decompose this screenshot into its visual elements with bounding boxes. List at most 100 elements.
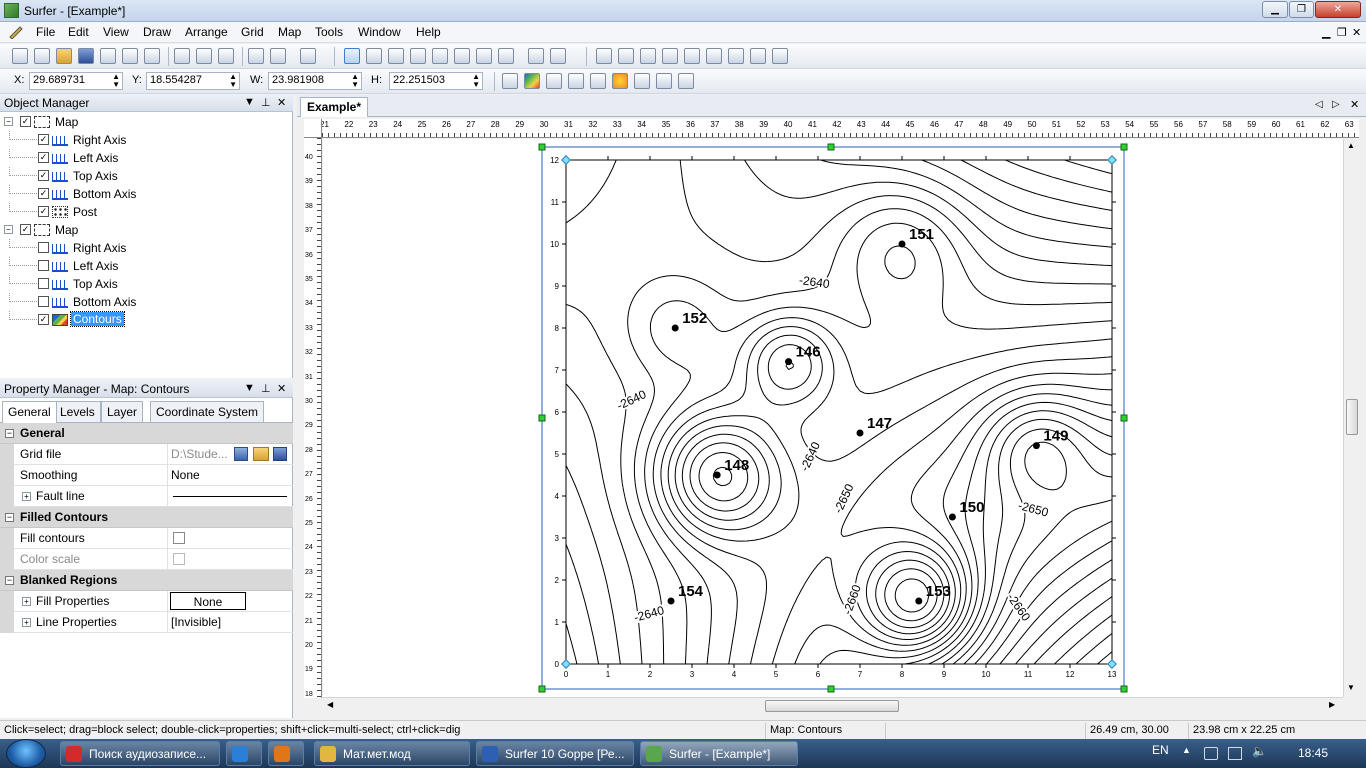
axis-handle[interactable] — [561, 155, 571, 165]
undo-icon[interactable] — [248, 48, 264, 64]
visibility-checkbox[interactable] — [38, 278, 49, 289]
resize-handle[interactable] — [1120, 143, 1128, 151]
rectangle-icon[interactable] — [684, 48, 700, 64]
tree-item[interactable]: ✓ Contours — [0, 311, 293, 329]
symbol-icon[interactable] — [662, 48, 678, 64]
visibility-checkbox[interactable]: ✓ — [20, 224, 31, 235]
taskbar-button[interactable]: Surfer - [Example*] — [640, 741, 798, 766]
visibility-checkbox[interactable] — [38, 242, 49, 253]
resize-handle[interactable] — [538, 685, 546, 693]
mdi-restore-button[interactable]: ❐ — [1337, 26, 1347, 39]
resize-handle[interactable] — [827, 143, 835, 151]
y-field[interactable]: 18.554287 ▲ ▼ — [146, 72, 240, 90]
scroll-up-icon[interactable]: ▲ — [1347, 141, 1355, 150]
prop-color-scale[interactable]: Color scale — [0, 549, 293, 570]
clock[interactable]: 18:45 — [1298, 746, 1328, 760]
menu-arrange[interactable]: Arrange — [185, 25, 228, 39]
panel-dropdown-icon[interactable]: ▼ — [244, 96, 255, 108]
prop-line-properties[interactable]: + Line Properties [Invisible] — [0, 612, 293, 633]
language-indicator[interactable]: EN — [1152, 743, 1169, 757]
rotate-icon[interactable] — [550, 48, 566, 64]
polygon-icon[interactable] — [618, 48, 634, 64]
h-field[interactable]: 22.251503 ▲ ▼ — [389, 72, 483, 90]
x-spinner-icon[interactable]: ▲ ▼ — [112, 73, 120, 89]
tree-item[interactable]: − ✓ Map — [0, 113, 293, 131]
mdi-minimize-button[interactable]: ▁ — [1322, 26, 1330, 39]
redo-icon[interactable] — [270, 48, 286, 64]
section-blanked-regions[interactable]: − Blanked Regions — [0, 570, 293, 591]
new-wireframe-icon[interactable] — [656, 73, 672, 89]
trackball-icon[interactable] — [528, 48, 544, 64]
minimize-button[interactable]: ▁ — [1262, 1, 1288, 18]
copy-icon[interactable] — [196, 48, 212, 64]
resize-handle[interactable] — [538, 143, 546, 151]
prop-fault-line[interactable]: + Fault line — [0, 486, 293, 507]
prop-fill-properties[interactable]: + Fill Properties None — [0, 591, 293, 612]
vertical-scroll-thumb[interactable] — [1346, 399, 1358, 435]
prop-smoothing[interactable]: Smoothing None — [0, 465, 293, 486]
print-icon[interactable] — [100, 48, 116, 64]
pan-icon[interactable] — [498, 48, 514, 64]
paste-icon[interactable] — [218, 48, 234, 64]
axis-handle[interactable] — [561, 659, 571, 669]
tray-expand-icon[interactable]: ▲ — [1182, 745, 1191, 755]
save-grid-icon[interactable] — [273, 447, 287, 461]
collapse-icon[interactable]: − — [5, 513, 14, 522]
menu-draw[interactable]: Draw — [143, 25, 171, 39]
new-shaded-relief-icon[interactable] — [612, 73, 628, 89]
polyline-icon[interactable] — [640, 48, 656, 64]
resize-handle[interactable] — [538, 414, 546, 422]
menu-view[interactable]: View — [103, 25, 129, 39]
w-spinner-icon[interactable]: ▲ ▼ — [351, 73, 359, 89]
menu-map[interactable]: Map — [278, 25, 301, 39]
section-filled-contours[interactable]: − Filled Contours — [0, 507, 293, 528]
vertical-ruler[interactable]: 40 39 38 37 36 35 34 33 32 31 30 29 28 27 26 25 24 23 22 21… — [304, 138, 322, 698]
open-folder-icon[interactable] — [253, 447, 269, 461]
new-image-map-icon[interactable] — [590, 73, 606, 89]
start-button-icon[interactable] — [6, 739, 46, 768]
network-icon[interactable] — [1228, 747, 1242, 760]
panel-dropdown-icon[interactable]: ▼ — [244, 382, 255, 394]
open-icon[interactable] — [56, 48, 72, 64]
horizontal-scroll-thumb[interactable] — [765, 700, 899, 712]
tree-item[interactable]: Left Axis — [0, 257, 293, 275]
tab-example[interactable]: Example* — [300, 97, 369, 117]
visibility-checkbox[interactable]: ✓ — [38, 188, 49, 199]
collapse-icon[interactable]: − — [5, 576, 14, 585]
scroll-right-icon[interactable]: ▶ — [1329, 700, 1335, 709]
tree-item[interactable]: ✓ Bottom Axis — [0, 185, 293, 203]
rounded-rectangle-icon[interactable] — [706, 48, 722, 64]
tree-item[interactable]: ✓ Top Axis — [0, 167, 293, 185]
tab-close-icon[interactable]: ✕ — [1350, 98, 1359, 111]
zoom-page-icon[interactable] — [476, 48, 492, 64]
menu-edit[interactable]: Edit — [68, 25, 89, 39]
tab-coordinate-system[interactable]: Coordinate System — [150, 401, 265, 422]
mdi-close-button[interactable]: ✕ — [1352, 26, 1361, 39]
visibility-checkbox[interactable]: ✓ — [20, 116, 31, 127]
h-spinner-icon[interactable]: ▲ ▼ — [472, 73, 480, 89]
export-icon[interactable] — [122, 48, 138, 64]
menu-window[interactable]: Window — [358, 25, 401, 39]
ellipse-icon[interactable] — [728, 48, 744, 64]
new-surface-icon[interactable] — [678, 73, 694, 89]
taskbar-button[interactable] — [268, 741, 304, 766]
collapse-icon[interactable]: − — [5, 429, 14, 438]
cut-icon[interactable] — [174, 48, 190, 64]
panel-close-icon[interactable]: ✕ — [277, 382, 286, 395]
import-icon[interactable] — [144, 48, 160, 64]
new-classed-post-map-icon[interactable] — [568, 73, 584, 89]
maximize-button[interactable]: ❐ — [1289, 1, 1314, 18]
zoom-rectangle-icon[interactable] — [410, 48, 426, 64]
new-icon[interactable] — [12, 48, 28, 64]
scroll-left-icon[interactable]: ◀ — [327, 700, 333, 709]
tree-collapse-icon[interactable]: − — [4, 225, 13, 234]
horizontal-ruler[interactable]: 21 22 23 24 25 26 27 28 29 30 31 32 33 34 35 36 37 38 39 40… — [304, 119, 1359, 138]
new-base-map-icon[interactable] — [502, 73, 518, 89]
plot-canvas[interactable]: 0 1 2 3 4 5 6 7 8 9 10 11 12 13 0 1 2 3 4 5 6 7 8 9 10 11 12 151 15… — [323, 139, 1343, 697]
visibility-checkbox[interactable]: ✓ — [38, 152, 49, 163]
tab-layer[interactable]: Layer — [101, 401, 144, 422]
y-spinner-icon[interactable]: ▲ ▼ — [229, 73, 237, 89]
zoom-extents-icon[interactable] — [454, 48, 470, 64]
resize-handle[interactable] — [1120, 414, 1128, 422]
spline-icon[interactable] — [750, 48, 766, 64]
